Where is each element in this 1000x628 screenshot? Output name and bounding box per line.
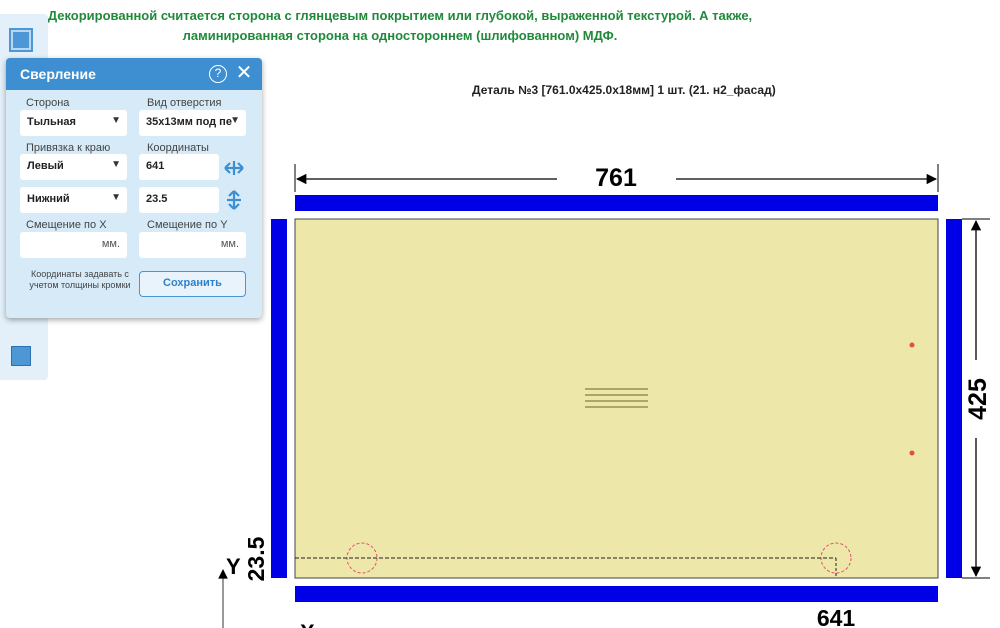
anchor-x-value: Левый — [27, 160, 64, 172]
side-select[interactable]: Тыльная ▼ — [20, 110, 127, 136]
unit-label: мм. — [220, 238, 239, 250]
close-icon[interactable]: ✕ — [234, 63, 254, 83]
hole-type-value: 35x13мм под пе — [146, 116, 232, 128]
hole-marker-1[interactable] — [909, 342, 915, 348]
drilling-panel: Сверление ? ✕ Сторона Вид отверстия Тыль… — [6, 58, 262, 318]
offset-x-input[interactable]: мм. — [20, 232, 127, 258]
edge-band-right[interactable] — [946, 219, 962, 578]
hole-y-dimension: 23.5 — [243, 536, 269, 581]
chevron-down-icon: ▼ — [111, 159, 121, 170]
help-icon[interactable]: ? — [209, 65, 227, 83]
decorated-side-notice: Декорированной считается сторона с глянц… — [0, 6, 800, 46]
coord-x-input[interactable]: 641 — [139, 154, 219, 180]
notice-line-1: Декорированной считается сторона с глянц… — [47, 8, 753, 23]
side-value: Тыльная — [27, 116, 76, 128]
axis-y-label: Y — [226, 554, 241, 579]
anchor-x-select[interactable]: Левый ▼ — [20, 154, 127, 180]
anchor-y-value: Нижний — [27, 193, 70, 205]
edge-band-left[interactable] — [271, 219, 287, 578]
hole-marker-2[interactable] — [909, 450, 915, 456]
unit-label: мм. — [101, 238, 120, 250]
axis-x-label: X — [300, 620, 315, 628]
side-label: Сторона — [26, 97, 70, 109]
coords-label: Координаты — [147, 142, 209, 154]
offset-x-label: Смещение по X — [26, 219, 107, 231]
coord-y-value: 23.5 — [146, 193, 168, 205]
rectangle-tool-icon[interactable] — [9, 344, 33, 368]
coord-y-input[interactable]: 23.5 — [139, 187, 219, 213]
hole-x-dimension: 641 — [817, 605, 856, 628]
chevron-down-icon: ▼ — [111, 192, 121, 203]
hole-type-select[interactable]: 35x13мм под пе ▼ — [139, 110, 246, 136]
offset-y-label: Смещение по Y — [147, 219, 228, 231]
part-drawing[interactable]: 761 425 23.5 641 Y X — [200, 150, 1000, 628]
drilling-panel-header: Сверление ? ✕ — [6, 58, 262, 90]
coords-note: Координаты задавать с учетом толщины кро… — [29, 269, 131, 290]
panel-title: Сверление — [20, 66, 96, 82]
horizontal-arrows-icon[interactable] — [223, 157, 245, 179]
edge-band-top[interactable] — [295, 195, 938, 211]
part-panel[interactable] — [294, 218, 939, 579]
edge-band-bottom[interactable] — [295, 586, 938, 602]
height-dimension: 425 — [964, 378, 992, 420]
part-title: Деталь №3 [761.0x425.0x18мм] 1 шт. (21. … — [472, 83, 776, 97]
coord-x-value: 641 — [146, 160, 165, 172]
notice-line-2: ламинированная сторона на одностороннем … — [182, 28, 618, 43]
save-button[interactable]: Сохранить — [139, 271, 246, 297]
width-dimension: 761 — [595, 164, 637, 192]
anchor-y-select[interactable]: Нижний ▼ — [20, 187, 127, 213]
vertical-arrows-icon[interactable] — [223, 189, 245, 211]
chevron-down-icon: ▼ — [230, 115, 240, 126]
hole-type-label: Вид отверстия — [147, 97, 222, 109]
select-tool-icon[interactable] — [9, 28, 33, 52]
offset-y-input[interactable]: мм. — [139, 232, 246, 258]
chevron-down-icon: ▼ — [111, 115, 121, 126]
edge-anchor-label: Привязка к краю — [26, 142, 111, 154]
